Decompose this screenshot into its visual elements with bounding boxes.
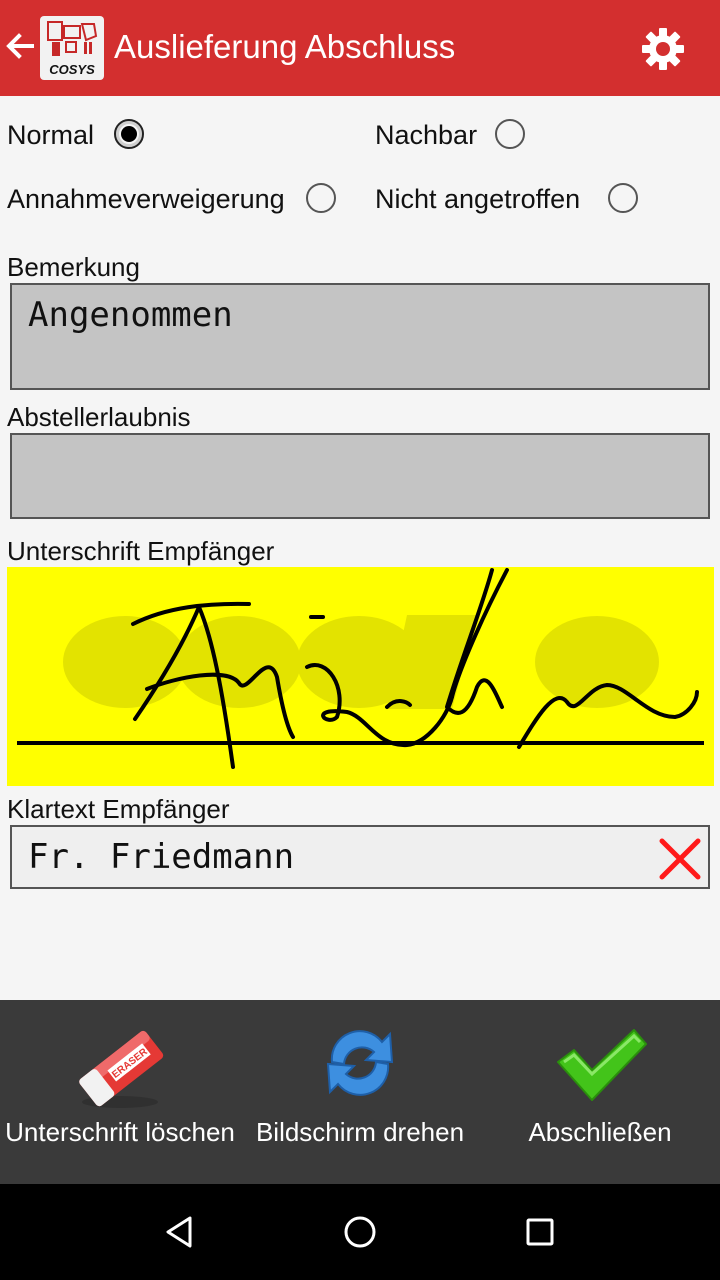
rotate-screen-label: Bildschirm drehen xyxy=(255,1117,465,1147)
abstellerlaubnis-field[interactable] xyxy=(10,433,710,519)
action-bar: ERASER Unterschrift löschen Bildschirm d… xyxy=(0,1000,720,1184)
radio-nachbar[interactable] xyxy=(495,119,525,149)
radio-label-nachbar[interactable]: Nachbar xyxy=(375,120,477,151)
page-title: Auslieferung Abschluss xyxy=(114,28,456,65)
arrow-back-icon[interactable] xyxy=(2,28,38,64)
radio-label-normal[interactable]: Normal xyxy=(7,120,94,151)
klartext-label: Klartext Empfänger xyxy=(7,794,230,824)
eraser-icon: ERASER xyxy=(79,1030,164,1108)
system-nav-bar xyxy=(0,1184,720,1280)
clear-signature-label: Unterschrift löschen xyxy=(5,1117,235,1147)
bemerkung-field[interactable]: Angenommen xyxy=(10,283,710,390)
svg-text:COSYS: COSYS xyxy=(49,62,95,77)
abstellerlaubnis-label: Abstellerlaubnis xyxy=(7,402,191,432)
radio-label-annahmeverweigerung[interactable]: Annahmeverweigerung xyxy=(7,184,285,215)
rotate-screen-button[interactable]: Bildschirm drehen xyxy=(240,1000,480,1184)
back-triangle-icon[interactable] xyxy=(160,1212,200,1252)
radio-annahmeverweigerung[interactable] xyxy=(306,183,336,213)
finish-button[interactable]: Abschließen xyxy=(480,1000,720,1184)
app-bar: COSYS Auslieferung Abschluss xyxy=(0,0,720,96)
checkmark-icon xyxy=(557,1029,647,1101)
klartext-field[interactable]: Fr. Friedmann xyxy=(10,825,710,889)
signature-label: Unterschrift Empfänger xyxy=(7,536,275,566)
bemerkung-label: Bemerkung xyxy=(7,252,140,282)
radio-normal[interactable] xyxy=(114,119,144,149)
refresh-icon xyxy=(326,1030,394,1096)
app-logo: COSYS xyxy=(40,16,104,80)
radio-label-nicht-angetroffen[interactable]: Nicht angetroffen xyxy=(375,184,580,215)
gear-icon[interactable] xyxy=(640,26,686,72)
red-x-icon[interactable] xyxy=(656,835,704,883)
recents-square-icon[interactable] xyxy=(520,1212,560,1252)
radio-nicht-angetroffen[interactable] xyxy=(608,183,638,213)
finish-label: Abschließen xyxy=(528,1117,672,1147)
signature-pad[interactable] xyxy=(7,567,714,786)
home-circle-icon[interactable] xyxy=(340,1212,380,1252)
clear-signature-button[interactable]: ERASER Unterschrift löschen xyxy=(0,1000,240,1184)
